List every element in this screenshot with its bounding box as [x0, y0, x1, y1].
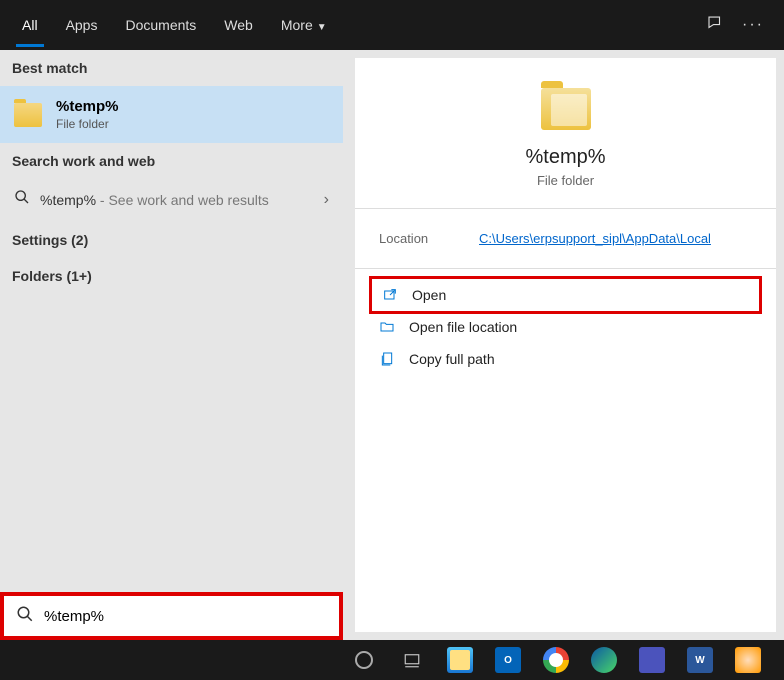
open-label: Open — [412, 287, 446, 303]
settings-group[interactable]: Settings (2) — [0, 222, 343, 258]
result-title: %temp% — [56, 98, 119, 115]
chevron-down-icon: ▼ — [317, 22, 327, 33]
web-search-result[interactable]: %temp% - See work and web results › — [0, 179, 343, 220]
open-action[interactable]: Open — [369, 276, 762, 314]
tab-more[interactable]: More▼ — [267, 3, 341, 47]
word-icon[interactable]: W — [686, 646, 714, 674]
copy-path-action[interactable]: Copy full path — [369, 343, 762, 375]
search-icon — [14, 189, 30, 210]
edge-icon[interactable] — [590, 646, 618, 674]
folders-group[interactable]: Folders (1+) — [0, 258, 343, 294]
search-input[interactable] — [44, 608, 327, 625]
folder-open-icon — [379, 319, 395, 335]
file-explorer-icon[interactable] — [446, 646, 474, 674]
feedback-icon[interactable] — [706, 14, 724, 37]
preview-panel: %temp% File folder Location C:\Users\erp… — [355, 58, 776, 632]
folder-icon — [541, 88, 591, 130]
cortana-icon[interactable] — [350, 646, 378, 674]
search-icon — [16, 605, 34, 628]
open-location-action[interactable]: Open file location — [369, 311, 762, 343]
outlook-icon[interactable]: O — [494, 646, 522, 674]
chrome-icon[interactable] — [542, 646, 570, 674]
task-view-icon[interactable] — [398, 646, 426, 674]
tab-list: All Apps Documents Web More▼ — [8, 3, 341, 47]
results-panel: Best match %temp% File folder Search wor… — [0, 50, 343, 640]
best-match-header: Best match — [0, 50, 343, 86]
tab-web[interactable]: Web — [210, 3, 267, 47]
tab-apps[interactable]: Apps — [52, 3, 112, 47]
best-match-result[interactable]: %temp% File folder — [0, 86, 343, 143]
open-icon — [382, 287, 398, 303]
search-filter-tabs: All Apps Documents Web More▼ ··· — [0, 0, 784, 50]
location-row: Location C:\Users\erpsupport_sipl\AppDat… — [355, 209, 776, 269]
snip-icon[interactable] — [734, 646, 762, 674]
taskbar: O W — [0, 640, 784, 680]
chevron-right-icon: › — [324, 191, 329, 209]
preview-subtitle: File folder — [355, 173, 776, 188]
preview-title: %temp% — [355, 146, 776, 169]
location-label: Location — [379, 231, 479, 246]
open-location-label: Open file location — [409, 319, 517, 335]
tab-documents[interactable]: Documents — [111, 3, 210, 47]
location-path[interactable]: C:\Users\erpsupport_sipl\AppData\Local — [479, 231, 711, 246]
teams-icon[interactable] — [638, 646, 666, 674]
result-subtitle: File folder — [56, 117, 119, 131]
search-box-container — [0, 592, 343, 640]
more-options-icon[interactable]: ··· — [742, 16, 764, 34]
web-query: %temp% — [40, 192, 96, 208]
web-hint: - See work and web results — [96, 192, 269, 208]
folder-icon — [14, 103, 42, 127]
copy-path-label: Copy full path — [409, 351, 495, 367]
tab-all[interactable]: All — [8, 3, 52, 47]
copy-icon — [379, 351, 395, 367]
search-web-header: Search work and web — [0, 143, 343, 179]
